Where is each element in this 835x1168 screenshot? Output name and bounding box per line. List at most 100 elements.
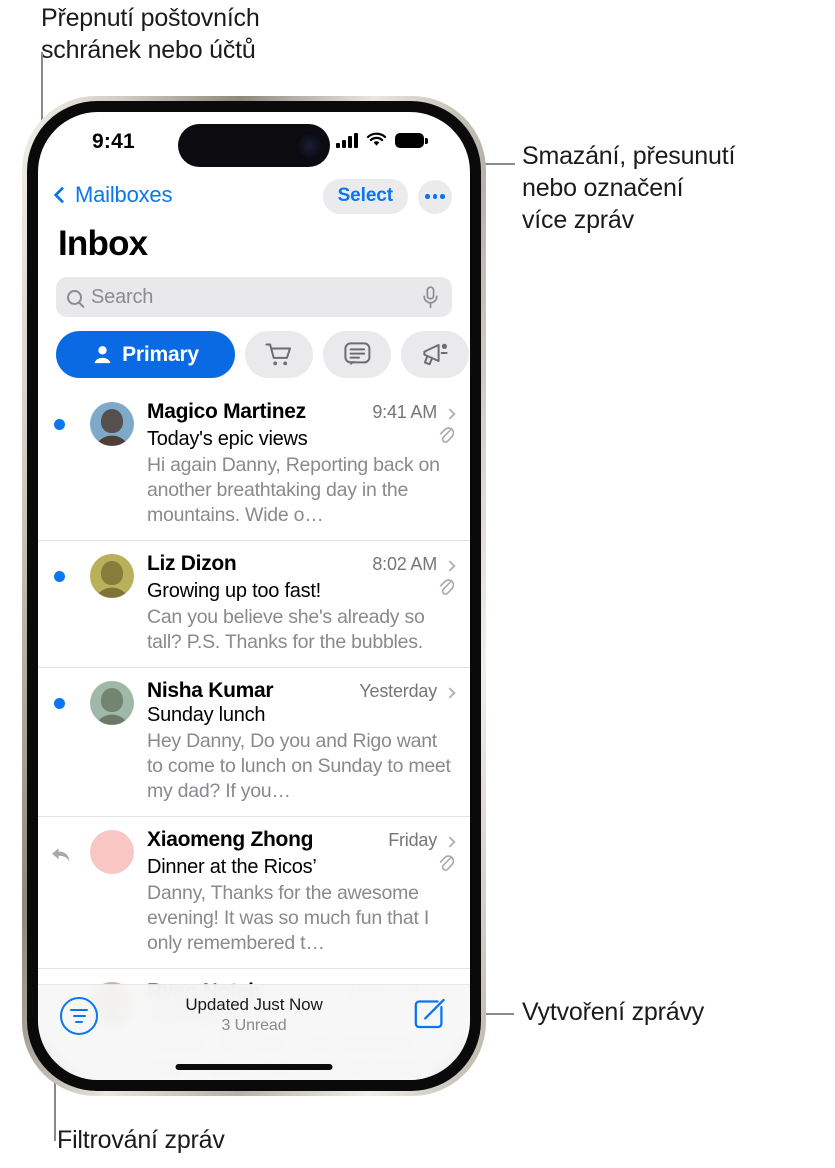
search-input[interactable]: Search	[56, 277, 452, 317]
message-preview: Hey Danny, Do you and Rigo want to come …	[147, 730, 451, 802]
mailboxes-callout-text: Přepnutí poštovních schránek nebo účtů	[41, 4, 260, 64]
home-indicator	[175, 1064, 333, 1070]
chip-transactions[interactable]	[245, 331, 313, 378]
avatar	[90, 830, 134, 874]
avatar-face	[101, 561, 123, 586]
message-row[interactable]: Liz Dizon 8:02 AM Growing up too fast! Can …	[38, 541, 470, 668]
message-sender: Liz Dizon	[147, 552, 237, 575]
message-header-line: Xiaomeng Zhong Friday	[147, 828, 456, 852]
search-placeholder: Search	[91, 285, 154, 308]
chip-primary-label: Primary	[122, 342, 199, 366]
message-subject: Today's epic views	[147, 428, 308, 450]
unread-indicator-dot	[54, 698, 65, 709]
mailboxes-back-button[interactable]: Mailboxes	[53, 182, 173, 208]
message-list[interactable]: Magico Martinez 9:41 AM Today's epic views…	[38, 389, 470, 1080]
category-filter-chips: Primary	[56, 331, 469, 378]
iphone-device-frame: 9:41 Mailboxes Select Inbox Search Prima…	[22, 96, 486, 1096]
cellular-bars-icon	[336, 132, 358, 148]
message-header-line: Nisha Kumar Yesterday	[147, 679, 456, 703]
ellipsis-icon-dot	[432, 194, 438, 199]
cart-icon	[265, 343, 291, 365]
message-preview: Can you believe she's already so tall? P…	[147, 606, 425, 653]
chip-primary[interactable]: Primary	[56, 331, 235, 378]
attachment-icon	[438, 853, 455, 878]
chevron-right-icon[interactable]	[444, 687, 456, 699]
avatar-face	[101, 837, 123, 862]
message-subject-line: Growing up too fast!	[147, 577, 455, 603]
attachment-icon	[438, 425, 455, 450]
avatar-face	[101, 688, 123, 713]
microphone-icon[interactable]	[422, 285, 439, 309]
chevron-right-icon[interactable]	[444, 836, 456, 848]
bottom-toolbar: Updated Just Now 3 Unread	[38, 984, 470, 1080]
chat-bubble-icon	[343, 342, 370, 366]
wifi-icon	[366, 132, 387, 146]
search-icon	[67, 289, 82, 305]
megaphone-icon	[422, 343, 448, 365]
message-subject-line: Dinner at the Ricos’	[147, 853, 455, 879]
status-bar: 9:41	[38, 112, 470, 174]
replied-arrow-icon	[50, 845, 72, 870]
status-icons	[336, 132, 428, 148]
page-title: Inbox	[58, 224, 148, 263]
message-subject-line: Sunday lunch	[147, 704, 454, 727]
message-subject: Growing up too fast!	[147, 580, 321, 602]
select-button[interactable]: Select	[322, 179, 408, 214]
message-sender: Nisha Kumar	[147, 679, 274, 702]
unread-indicator-dot	[54, 571, 65, 582]
compose-icon	[414, 998, 445, 1029]
message-body: Liz Dizon 8:02 AM Growing up too fast! Can …	[147, 552, 456, 655]
filter-callout-text: Filtrování zpráv	[57, 1126, 225, 1154]
more-options-button[interactable]	[418, 179, 452, 214]
message-sender: Xiaomeng Zhong	[147, 828, 314, 851]
chevron-right-icon[interactable]	[444, 560, 456, 572]
message-sender: Magico Martinez	[147, 400, 306, 423]
message-preview: Danny, Thanks for the awesome evening! I…	[147, 882, 429, 954]
chip-promotions[interactable]	[401, 331, 469, 378]
dynamic-island	[178, 124, 330, 167]
avatar	[90, 681, 134, 725]
message-header-line: Liz Dizon 8:02 AM	[147, 552, 456, 576]
message-subject: Sunday lunch	[147, 704, 266, 726]
device-bezel: 9:41 Mailboxes Select Inbox Search Prima…	[27, 101, 481, 1091]
compose-callout-text: Vytvoření zprávy	[522, 998, 705, 1026]
battery-icon	[395, 132, 428, 148]
message-header-line: Magico Martinez 9:41 AM	[147, 400, 456, 424]
message-timestamp: Friday	[388, 830, 437, 850]
updated-status-text: Updated Just Now	[185, 995, 323, 1014]
message-body: Nisha Kumar Yesterday Sunday lunch Hey Dann…	[147, 679, 456, 804]
person-icon	[94, 346, 111, 364]
message-preview: Hi again Danny, Reporting back on anothe…	[147, 454, 440, 526]
ellipsis-icon-dot	[425, 194, 430, 199]
device-screen: 9:41 Mailboxes Select Inbox Search Prima…	[38, 112, 470, 1080]
message-timestamp: Yesterday	[359, 681, 437, 701]
message-row[interactable]: Nisha Kumar Yesterday Sunday lunch Hey Dann…	[38, 668, 470, 817]
message-row[interactable]: Xiaomeng Zhong Friday Dinner at the Ricos’…	[38, 817, 470, 969]
avatar	[90, 554, 134, 598]
message-row[interactable]: Magico Martinez 9:41 AM Today's epic views…	[38, 389, 470, 541]
message-subject-line: Today's epic views	[147, 425, 455, 451]
compose-message-button[interactable]	[412, 997, 448, 1038]
screenshot-stage: Přepnutí poštovních schránek nebo účtů S…	[0, 0, 835, 1168]
navigation-bar: Mailboxes Select	[38, 174, 470, 228]
select-callout-text: Smazání, přesunutí nebo označení více zp…	[522, 142, 736, 234]
message-body: Xiaomeng Zhong Friday Dinner at the Ricos’…	[147, 828, 456, 956]
nav-right-actions: Select	[322, 179, 452, 214]
attachment-icon	[438, 577, 455, 602]
message-timestamp: 8:02 AM	[372, 554, 437, 574]
chip-updates[interactable]	[323, 331, 391, 378]
avatar-face	[101, 409, 123, 434]
chevron-right-icon[interactable]	[444, 408, 456, 420]
unread-count-text: 3 Unread	[221, 1017, 287, 1034]
chevron-left-icon	[53, 186, 71, 204]
message-subject: Dinner at the Ricos’	[147, 856, 317, 878]
message-timestamp: 9:41 AM	[372, 402, 437, 422]
message-body: Magico Martinez 9:41 AM Today's epic views…	[147, 400, 456, 528]
unread-indicator-dot	[54, 419, 65, 430]
front-camera-icon	[300, 136, 319, 155]
avatar	[90, 402, 134, 446]
status-time: 9:41	[92, 130, 135, 153]
mailbox-status: Updated Just Now 3 Unread	[38, 995, 470, 1035]
mailboxes-back-label: Mailboxes	[75, 182, 173, 207]
ellipsis-icon-dot	[440, 194, 445, 199]
